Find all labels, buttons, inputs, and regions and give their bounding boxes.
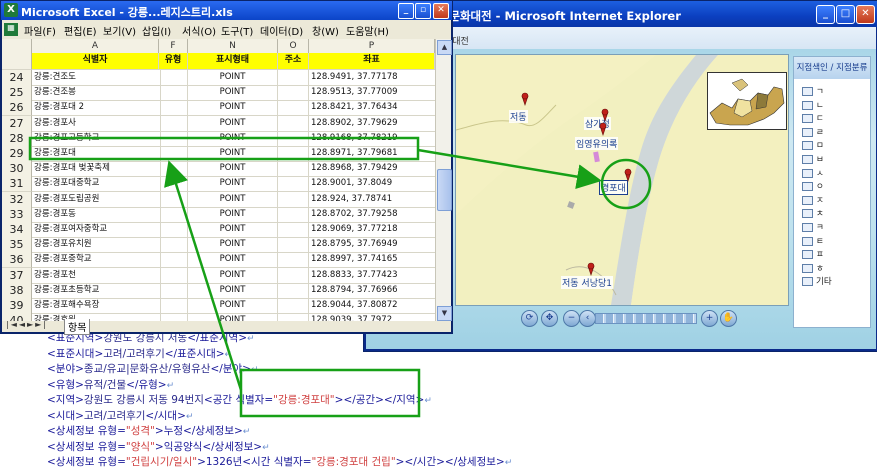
highlight-xml-box: [239, 368, 421, 418]
highlight-row-box: [28, 136, 420, 161]
arrow-to-excel: [164, 160, 243, 391]
highlight-map-circle: [600, 158, 652, 210]
annotation-overlay: [28, 136, 652, 418]
arrow-to-map: [417, 148, 602, 190]
